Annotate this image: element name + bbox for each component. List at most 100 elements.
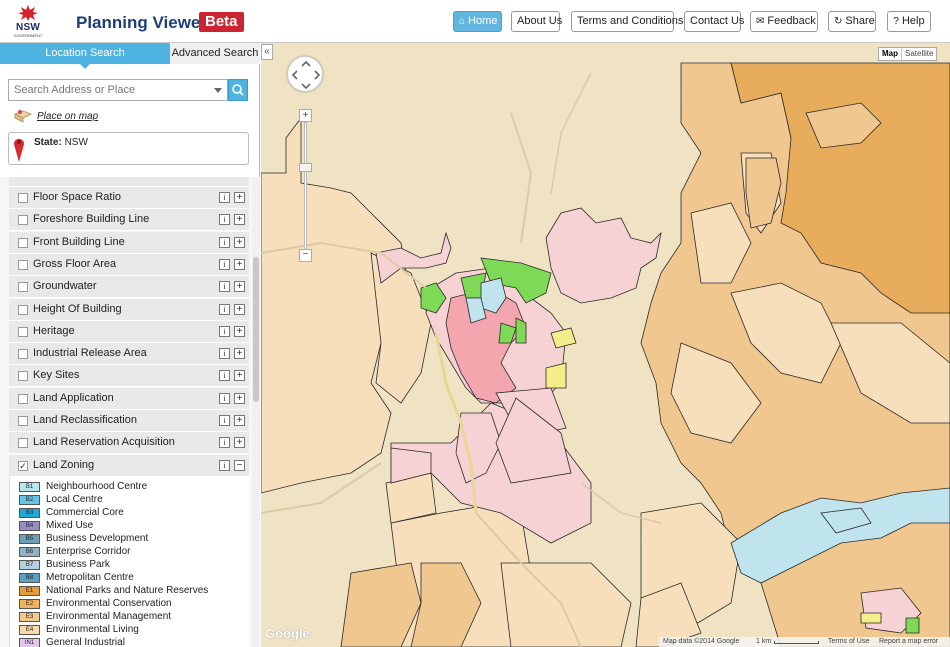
info-icon[interactable]: i (219, 258, 230, 270)
layer-row[interactable]: Land Reclassification i + (9, 410, 249, 432)
expand-icon[interactable]: + (234, 370, 245, 382)
expand-icon[interactable]: + (234, 348, 245, 360)
expand-icon[interactable]: + (234, 392, 245, 404)
info-icon[interactable]: i (219, 236, 230, 248)
logo-subtext: GOVERNMENT (13, 33, 43, 38)
legend-label: Local Centre (46, 493, 103, 505)
left-panel: Location Search Advanced Search Place on… (0, 43, 260, 647)
expand-icon[interactable]: + (234, 415, 245, 426)
nav-home-button[interactable]: ⌂ Home (453, 11, 502, 32)
nav-about-button[interactable]: About Us (511, 11, 562, 32)
layer-row[interactable]: Key Sites i + (9, 365, 249, 388)
info-icon[interactable]: i (219, 325, 230, 337)
expand-icon[interactable]: + (234, 236, 245, 248)
info-icon[interactable]: i (219, 415, 230, 426)
layer-checkbox[interactable] (18, 349, 28, 360)
scrollbar-thumb[interactable] (253, 257, 259, 402)
terms-of-use-link[interactable]: Terms of Use (828, 637, 869, 647)
map-canvas[interactable] (261, 43, 950, 647)
nav-feedback-button[interactable]: ✉ Feedback (750, 11, 818, 32)
layer-checkbox[interactable] (18, 304, 28, 315)
layer-checkbox[interactable] (18, 282, 28, 293)
planning-viewer-app: NSW GOVERNMENT Planning Viewer Beta ⌂ Hom… (0, 0, 950, 647)
nav-terms-button[interactable]: Terms and Conditions (571, 11, 683, 32)
zoom-slider-handle[interactable] (299, 163, 312, 172)
layer-checkbox[interactable] (18, 259, 28, 270)
layer-checkbox[interactable]: ✓ (18, 460, 28, 471)
place-on-map-link[interactable]: Place on map (37, 111, 98, 122)
info-icon[interactable]: i (219, 348, 230, 360)
legend-swatch: B2 (19, 494, 40, 505)
info-icon[interactable]: i (219, 392, 230, 404)
layer-checkbox[interactable] (18, 193, 28, 203)
zoom-in-button[interactable]: + (299, 109, 312, 122)
layer-row[interactable]: Foreshore Building Line i + (9, 209, 249, 232)
layer-label: Land Reservation Acquisition (33, 436, 175, 449)
map-type-satellite-button[interactable]: Satellite (902, 48, 936, 60)
layer-row[interactable]: Height Of Building i + (9, 298, 249, 321)
layer-checkbox[interactable] (18, 371, 28, 382)
layer-row[interactable]: Groundwater i + (9, 276, 249, 299)
nav-contact-label: Contact Us (690, 15, 745, 27)
google-logo[interactable]: Google (265, 626, 310, 641)
info-icon[interactable]: i (219, 370, 230, 382)
info-icon[interactable]: i (219, 303, 230, 315)
megaphone-icon: ✉ (756, 16, 765, 27)
zoning-map[interactable] (261, 43, 950, 647)
layer-checkbox[interactable] (18, 438, 28, 449)
expand-icon[interactable]: + (234, 303, 245, 315)
expand-icon[interactable]: + (234, 325, 245, 337)
layer-list-scrollbar[interactable] (252, 177, 260, 647)
layer-row[interactable]: Floor Space Ratio i + (9, 187, 249, 209)
nsw-government-logo[interactable]: NSW GOVERNMENT (12, 4, 44, 39)
nav-help-button[interactable]: ? Help (887, 11, 931, 32)
layer-checkbox[interactable] (18, 237, 28, 248)
layer-checkbox[interactable] (18, 326, 28, 337)
info-icon[interactable]: i (219, 214, 230, 226)
layer-checkbox[interactable] (18, 393, 28, 404)
nav-contact-button[interactable]: Contact Us (684, 11, 745, 32)
chevron-down-icon[interactable] (214, 88, 222, 93)
expand-icon[interactable]: + (234, 192, 245, 203)
layer-row[interactable]: Industrial Release Area i + (9, 343, 249, 366)
legend-label: Commercial Core (46, 506, 124, 518)
expand-icon[interactable]: + (234, 214, 245, 226)
expand-icon[interactable]: + (234, 437, 245, 449)
layer-label: Gross Floor Area (33, 257, 117, 270)
search-icon (232, 84, 244, 96)
layer-row-partial (9, 177, 249, 187)
layer-row[interactable]: Gross Floor Area i + (9, 253, 249, 276)
report-error-link[interactable]: Report a map error (879, 637, 938, 647)
tab-location-search[interactable]: Location Search (0, 43, 170, 69)
layer-row[interactable]: Front Building Line i + (9, 231, 249, 254)
info-icon[interactable]: i (219, 281, 230, 293)
info-icon[interactable]: i (219, 459, 230, 471)
legend-label: Environmental Living (46, 623, 139, 635)
layer-checkbox[interactable] (18, 215, 28, 226)
layer-row[interactable]: Land Application i + (9, 387, 249, 410)
zoom-out-button[interactable]: − (299, 249, 312, 262)
layer-checkbox[interactable] (18, 416, 28, 426)
expand-icon[interactable]: + (234, 258, 245, 270)
layer-label: Floor Space Ratio (33, 191, 122, 203)
layer-label: Land Reclassification (33, 414, 137, 426)
pan-control[interactable] (287, 56, 323, 92)
info-icon[interactable]: i (219, 192, 230, 203)
search-button[interactable] (228, 79, 248, 101)
info-icon[interactable]: i (219, 437, 230, 449)
layer-row[interactable]: Heritage i + (9, 320, 249, 343)
collapse-icon[interactable]: − (234, 459, 245, 471)
zone-polygon (905, 617, 920, 634)
expand-icon[interactable]: + (234, 281, 245, 293)
nav-share-button[interactable]: ↻ Share (828, 11, 876, 32)
legend-swatch: B6 (19, 546, 40, 557)
zone-polygon (860, 612, 882, 624)
collapse-panel-button[interactable]: « (261, 44, 273, 60)
layer-row[interactable]: Land Reservation Acquisition i + (9, 432, 249, 455)
zoom-slider-track[interactable] (304, 122, 307, 250)
search-input[interactable] (9, 80, 209, 100)
tab-advanced-search[interactable]: Advanced Search (170, 43, 260, 64)
layer-row[interactable]: ✓ Land Zoning i − (9, 454, 249, 477)
map-type-map-button[interactable]: Map (879, 48, 902, 60)
home-icon: ⌂ (459, 16, 466, 27)
